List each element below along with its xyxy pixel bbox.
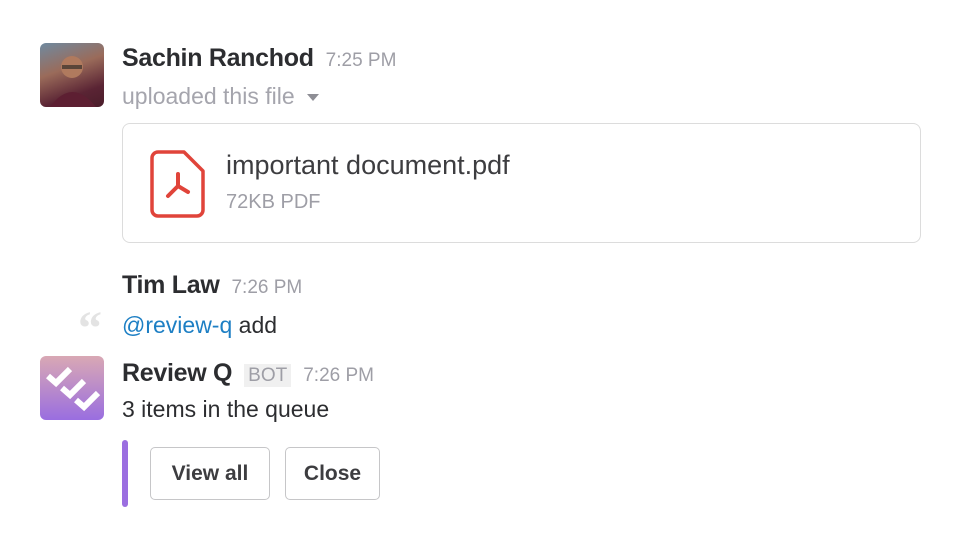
message-body: 3 items in the queue [122, 396, 330, 422]
pdf-icon [150, 150, 205, 218]
timestamp[interactable]: 7:25 PM [326, 50, 397, 71]
author-name[interactable]: Sachin Ranchod [122, 44, 314, 72]
caret-down-icon [307, 94, 320, 102]
subtitle-text: uploaded this file [122, 83, 295, 109]
quote-icon: “ [78, 302, 102, 355]
upload-subtitle[interactable]: uploaded this file [122, 83, 320, 110]
timestamp[interactable]: 7:26 PM [231, 277, 302, 298]
avatar-photo [50, 56, 96, 107]
message-header: Sachin Ranchod 7:25 PM [122, 44, 396, 73]
attachment-accent-bar [122, 440, 128, 507]
author-name[interactable]: Tim Law [122, 271, 220, 299]
message-header: Review Q BOT 7:26 PM [122, 359, 374, 388]
mention-link[interactable]: @review-q [122, 312, 232, 338]
timestamp[interactable]: 7:26 PM [303, 365, 374, 386]
file-name[interactable]: important document.pdf [226, 150, 510, 181]
message-header: Tim Law 7:26 PM [122, 271, 302, 300]
user-avatar-sachin[interactable] [40, 43, 104, 107]
bot-badge: BOT [244, 364, 292, 387]
view-all-button[interactable]: View all [150, 447, 270, 500]
close-button[interactable]: Close [285, 447, 380, 500]
message-text: @review-q add [122, 312, 277, 339]
file-card[interactable]: important document.pdf 72KB PDF [122, 123, 921, 243]
message-body: add [232, 312, 278, 338]
checkmarks-icon [46, 366, 101, 412]
bot-avatar-review-q[interactable] [40, 356, 104, 420]
author-name[interactable]: Review Q [122, 359, 232, 387]
file-meta: 72KB PDF [226, 191, 321, 213]
